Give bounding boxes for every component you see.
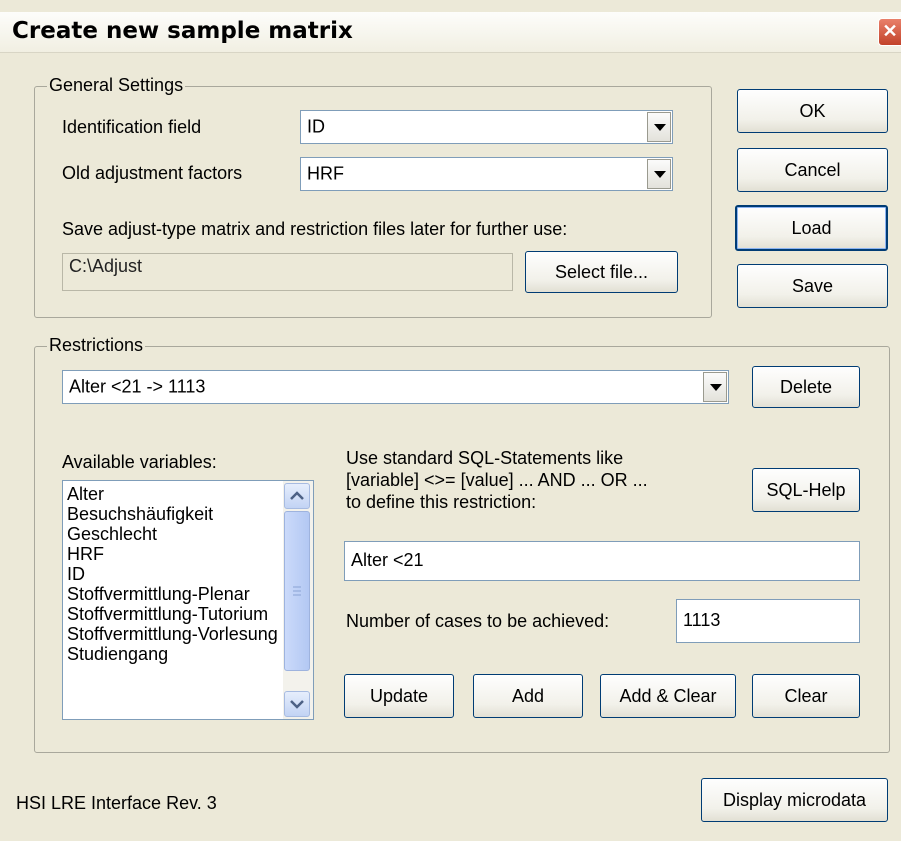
title-bar[interactable]: Create new sample matrix ✕ [0,12,901,53]
ok-button[interactable]: OK [737,89,888,133]
old-adjustment-factors-value: HRF [307,163,344,184]
cases-input[interactable]: 1113 [676,599,860,643]
delete-button[interactable]: Delete [752,366,860,408]
sql-help-button[interactable]: SQL-Help [752,468,860,512]
list-item[interactable]: Alter [63,484,279,504]
list-item[interactable]: Studiengang [63,644,279,664]
grip-icon [293,586,301,596]
save-button[interactable]: Save [737,264,888,308]
sql-hint-line-3: to define this restriction: [346,492,537,512]
clear-button[interactable]: Clear [752,674,860,718]
cases-label: Number of cases to be achieved: [346,611,610,631]
add-clear-button[interactable]: Add & Clear [600,674,736,718]
add-button[interactable]: Add [473,674,583,718]
display-microdata-button[interactable]: Display microdata [701,778,888,822]
restriction-select[interactable]: Alter <21 -> 1113 [62,370,729,404]
old-adjustment-factors-label: Old adjustment factors [62,163,243,183]
variables-listbox[interactable]: Alter Besuchshäufigkeit Geschlecht HRF I… [62,480,314,720]
restriction-select-value: Alter <21 -> 1113 [69,376,206,397]
identification-field-label: Identification field [62,117,202,137]
list-item[interactable]: ID [63,564,279,584]
available-variables-label: Available variables: [62,452,217,472]
list-item[interactable]: Stoffvermittlung-Vorlesung [63,624,279,644]
scroll-thumb[interactable] [284,511,310,671]
scroll-down-button[interactable] [284,691,310,717]
identification-field-select[interactable]: ID [300,110,673,144]
load-button[interactable]: Load [735,205,888,251]
restrictions-legend: Restrictions [47,335,146,356]
list-item[interactable]: Stoffvermittlung-Plenar [63,584,279,604]
chevron-up-icon [290,491,304,500]
save-path-field: C:\Adjust [62,253,513,291]
chevron-down-icon[interactable] [647,112,671,142]
general-settings-legend: General Settings [47,75,186,96]
close-icon[interactable]: ✕ [878,18,901,46]
sql-hint-line-2: [variable] <>= [value] ... AND ... OR ..… [346,470,648,490]
version-label: HSI LRE Interface Rev. 3 [16,793,217,813]
dialog-window: Create new sample matrix ✕ General Setti… [0,0,901,841]
update-button[interactable]: Update [344,674,454,718]
vertical-scrollbar[interactable] [283,481,313,719]
sql-hint-line-1: Use standard SQL-Statements like [346,448,624,468]
scroll-up-button[interactable] [284,483,310,509]
save-note: Save adjust-type matrix and restriction … [62,219,568,239]
list-item[interactable]: Stoffvermittlung-Tutorium [63,604,279,624]
list-item[interactable]: Besuchshäufigkeit [63,504,279,524]
chevron-down-icon [290,700,304,709]
chevron-down-icon[interactable] [647,159,671,189]
old-adjustment-factors-select[interactable]: HRF [300,157,673,191]
list-item[interactable]: Geschlecht [63,524,279,544]
window-title: Create new sample matrix [12,18,353,44]
select-file-button[interactable]: Select file... [525,251,678,293]
identification-field-value: ID [307,116,325,137]
list-item[interactable]: HRF [63,544,279,564]
chevron-down-icon[interactable] [703,372,727,402]
cancel-button[interactable]: Cancel [737,148,888,192]
restriction-statement-input[interactable]: Alter <21 [344,541,860,581]
